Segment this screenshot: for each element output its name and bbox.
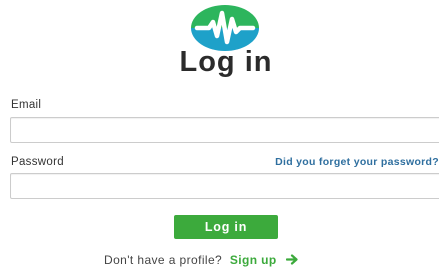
waveform-logo-icon <box>191 5 259 51</box>
signup-prompt: Don't have a profile? <box>104 253 223 267</box>
password-label: Password <box>11 156 64 168</box>
login-page: Log in Email Password Did you forget you… <box>0 0 439 269</box>
page-title: Log in <box>179 46 273 78</box>
arrow-right-icon[interactable] <box>286 254 298 265</box>
email-label: Email <box>11 99 42 111</box>
password-field[interactable] <box>10 173 439 199</box>
login-button[interactable]: Log in <box>174 215 278 239</box>
forgot-password-link[interactable]: Did you forget your password? <box>275 156 439 168</box>
signup-link[interactable]: Sign up <box>230 253 277 267</box>
email-field[interactable] <box>10 117 439 143</box>
signup-row: Don't have a profile? Sign up <box>104 253 298 267</box>
